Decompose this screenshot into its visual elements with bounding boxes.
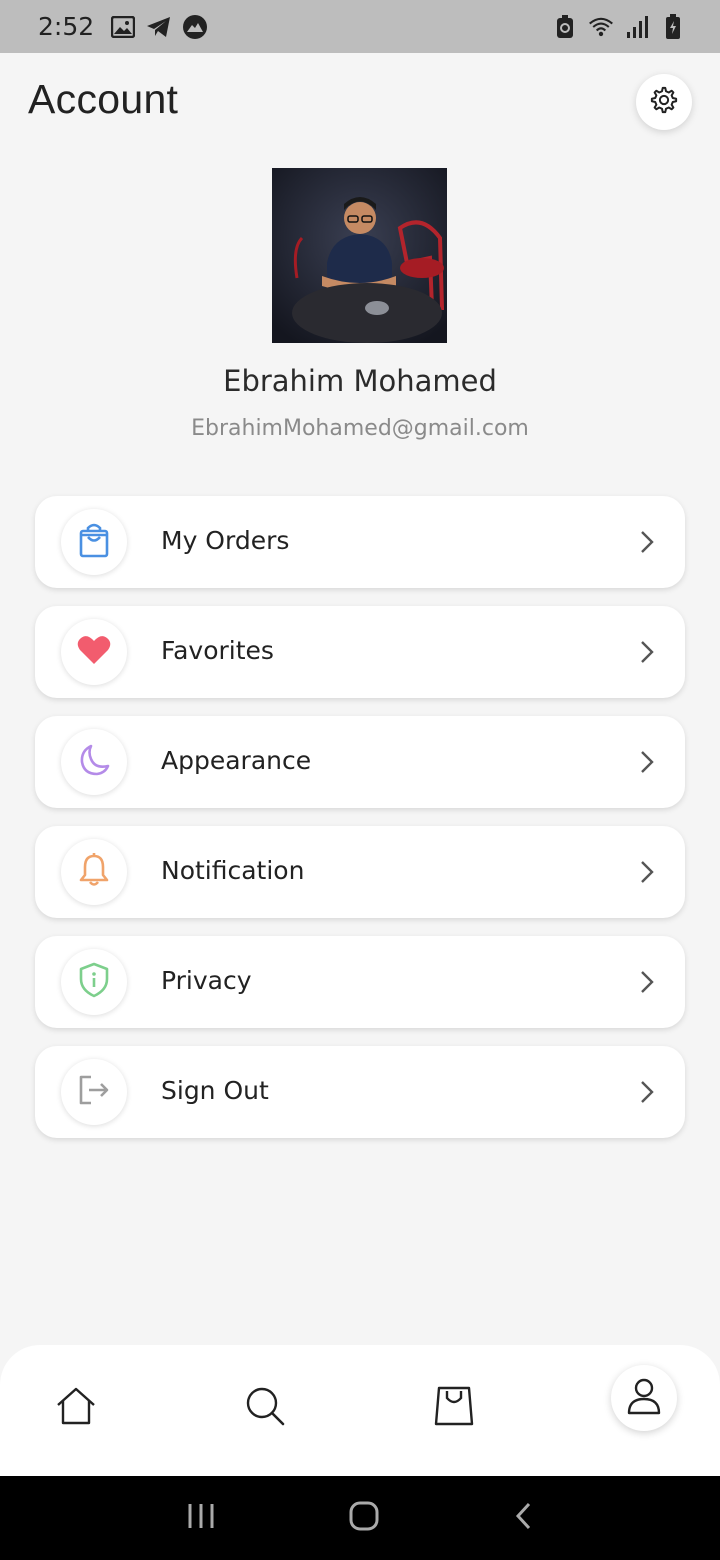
menu-item-favorites[interactable]: Favorites <box>35 606 685 698</box>
bottom-nav <box>0 1345 720 1476</box>
menu-label-notification: Notification <box>161 856 305 885</box>
menu-label-sign-out: Sign Out <box>161 1076 269 1105</box>
logout-icon <box>77 1074 111 1111</box>
back-icon[interactable] <box>513 1501 533 1536</box>
menu-icon-badge <box>61 729 127 795</box>
status-bar: 2:52 <box>0 0 720 53</box>
bell-icon <box>79 852 109 892</box>
shield-icon <box>78 962 110 1003</box>
menu-icon-badge <box>61 1059 127 1125</box>
menu-icon-badge <box>61 949 127 1015</box>
chevron-right-icon <box>639 859 655 885</box>
nav-search-button[interactable] <box>232 1375 298 1441</box>
profile-icon <box>626 1377 662 1420</box>
chevron-right-icon <box>639 529 655 555</box>
chevron-right-icon <box>639 969 655 995</box>
chevron-right-icon <box>639 639 655 665</box>
status-right <box>552 13 686 40</box>
menu-icon-badge <box>61 509 127 575</box>
status-left: 2:52 <box>38 12 208 41</box>
avatar[interactable] <box>272 168 447 343</box>
nav-profile-button[interactable] <box>611 1365 677 1431</box>
menu-label-privacy: Privacy <box>161 966 252 995</box>
nav-home-button[interactable] <box>43 1375 109 1441</box>
menu-label-appearance: Appearance <box>161 746 312 775</box>
home-circle-icon[interactable] <box>348 1500 380 1537</box>
menu-item-notification[interactable]: Notification <box>35 826 685 918</box>
battery-icon <box>660 13 686 40</box>
settings-button[interactable] <box>636 74 692 130</box>
profile-email: EbrahimMohamed@gmail.com <box>191 416 529 441</box>
menu-icon-badge <box>61 839 127 905</box>
search-icon <box>244 1385 286 1432</box>
status-time: 2:52 <box>38 12 95 41</box>
home-icon <box>55 1387 97 1430</box>
bag-icon <box>434 1385 474 1432</box>
menu-item-sign-out[interactable]: Sign Out <box>35 1046 685 1138</box>
menu-label-favorites: Favorites <box>161 636 274 665</box>
chevron-right-icon <box>639 749 655 775</box>
recent-apps-icon[interactable] <box>187 1502 215 1535</box>
menu-label-my-orders: My Orders <box>161 526 290 555</box>
menu-item-appearance[interactable]: Appearance <box>35 716 685 808</box>
profile-name: Ebrahim Mohamed <box>223 364 497 398</box>
menu-icon-badge <box>61 619 127 685</box>
recycle-icon <box>552 14 578 40</box>
chevron-right-icon <box>639 1079 655 1105</box>
nav-bag-button[interactable] <box>421 1375 487 1441</box>
system-nav-bar <box>0 1476 720 1560</box>
menu-item-my-orders[interactable]: My Orders <box>35 496 685 588</box>
shopping-bag-icon <box>78 522 110 563</box>
moon-icon <box>77 743 111 782</box>
wifi-icon <box>588 14 614 40</box>
menu-item-privacy[interactable]: Privacy <box>35 936 685 1028</box>
heart-icon <box>77 634 111 671</box>
account-menu: My Orders Favorites Appearance Notificat… <box>35 496 685 1156</box>
gear-icon <box>649 85 679 120</box>
image-icon <box>110 14 136 40</box>
mountain-app-icon <box>182 14 208 40</box>
telegram-icon <box>146 14 172 40</box>
page-title: Account <box>28 76 179 122</box>
signal-icon <box>624 14 650 40</box>
